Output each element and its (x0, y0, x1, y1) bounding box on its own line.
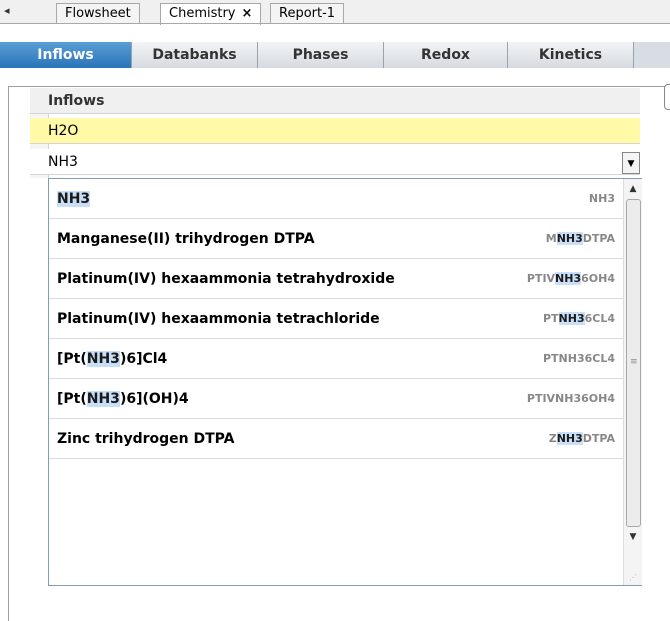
list-item[interactable]: [Pt(NH3)6]Cl4 PTNH36CL4 (49, 339, 623, 379)
chemistry-sub-tabs: Inflows Databanks Phases Redox Kinetics (0, 42, 670, 68)
item-formula: MNH3DTPA (545, 232, 615, 245)
item-name: [Pt(NH3)6]Cl4 (57, 351, 168, 367)
tab-flowsheet[interactable]: Flowsheet (56, 3, 140, 23)
grip-icon: ≡ (630, 357, 638, 367)
document-tab-bar: ◂ Flowsheet Chemistry × Report-1 (0, 0, 670, 25)
item-name: Platinum(IV) hexaammonia tetrahydroxide (57, 271, 395, 287)
tab-divider (0, 23, 670, 24)
tab-report-1[interactable]: Report-1 (270, 3, 345, 23)
list-item[interactable]: NH3 NH3 (49, 179, 623, 219)
item-formula: PTNH36CL4 (542, 352, 615, 365)
tab-redox[interactable]: Redox (384, 42, 508, 68)
vertical-scrollbar[interactable]: ▲ ≡ ▼ (623, 179, 642, 585)
scroll-up-icon[interactable]: ▲ (624, 181, 642, 197)
item-name: [Pt(NH3)6](OH)4 (57, 391, 189, 407)
list-item[interactable]: [Pt(NH3)6](OH)4 PTIVNH36OH4 (49, 379, 623, 419)
item-formula: PTNH36CL4 (542, 312, 615, 325)
grid-header-inflows: Inflows (30, 88, 640, 114)
list-item[interactable]: Platinum(IV) hexaammonia tetrachloride P… (49, 299, 623, 339)
item-formula: ZNH3DTPA (548, 432, 615, 445)
item-formula: PTIVNH36OH4 (526, 272, 615, 285)
tab-scroll-left-icon[interactable]: ◂ (4, 4, 10, 17)
grid-row-h2o[interactable]: H2O (30, 118, 640, 144)
close-icon[interactable]: × (242, 6, 253, 21)
tab-databanks[interactable]: Databanks (132, 42, 258, 68)
list-item[interactable]: Platinum(IV) hexaammonia tetrahydroxide … (49, 259, 623, 299)
resize-grip-icon[interactable]: ⋰ (629, 573, 639, 583)
item-name: NH3 (57, 191, 91, 207)
list-item[interactable]: Zinc trihydrogen DTPA ZNH3DTPA (49, 419, 623, 459)
tab-chemistry[interactable]: Chemistry × (160, 3, 262, 25)
dropdown-arrow-icon[interactable]: ▼ (622, 152, 640, 174)
tab-inflows[interactable]: Inflows (0, 42, 132, 68)
list-item[interactable]: Manganese(II) trihydrogen DTPA MNH3DTPA (49, 219, 623, 259)
side-panel-button[interactable] (664, 84, 670, 110)
item-name: Platinum(IV) hexaammonia tetrachloride (57, 311, 380, 327)
grid-row-nh3-input[interactable]: NH3 (30, 149, 640, 175)
item-name: Manganese(II) trihydrogen DTPA (57, 231, 315, 247)
tab-phases[interactable]: Phases (258, 42, 384, 68)
scroll-down-icon[interactable]: ▼ (624, 529, 642, 545)
item-formula: NH3 (588, 192, 615, 205)
item-formula: PTIVNH36OH4 (526, 392, 615, 405)
species-autocomplete-list: NH3 NH3 Manganese(II) trihydrogen DTPA M… (48, 178, 642, 586)
tab-kinetics[interactable]: Kinetics (508, 42, 634, 68)
item-name: Zinc trihydrogen DTPA (57, 431, 235, 447)
scrollbar-thumb[interactable]: ≡ (626, 199, 641, 527)
